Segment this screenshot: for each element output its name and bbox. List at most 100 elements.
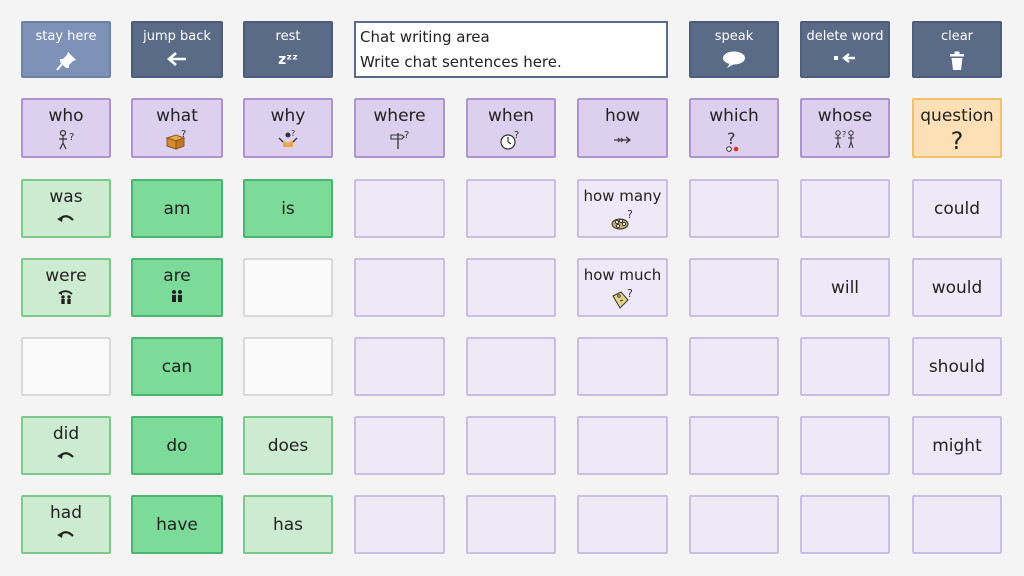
had-label: had <box>50 503 82 523</box>
were-button[interactable]: were <box>21 258 111 317</box>
speak-label: speak <box>714 29 754 44</box>
which-button[interactable]: which ? <box>689 98 779 158</box>
shrug-person-icon: ? <box>275 129 301 151</box>
chat-writing-area[interactable]: Chat writing area Write chat sentences h… <box>354 21 668 78</box>
should-button[interactable]: should <box>912 337 1002 396</box>
question-button[interactable]: question ? <box>912 98 1002 158</box>
empty-cell[interactable] <box>354 337 445 396</box>
which-question-icon: ? <box>721 129 747 153</box>
could-button[interactable]: could <box>912 179 1002 238</box>
empty-cell[interactable] <box>243 337 333 396</box>
empty-cell[interactable] <box>800 337 890 396</box>
am-button[interactable]: am <box>131 179 223 238</box>
empty-cell[interactable] <box>689 179 779 238</box>
had-button[interactable]: had <box>21 495 111 554</box>
svg-text:?: ? <box>842 130 846 139</box>
empty-cell[interactable] <box>689 416 779 475</box>
past-arrow-icon <box>55 526 77 542</box>
pile-question-icon: ? <box>609 208 637 231</box>
clear-button[interactable]: clear <box>912 21 1002 78</box>
stay-here-button[interactable]: stay here <box>21 21 111 78</box>
why-button[interactable]: why ? <box>243 98 333 158</box>
are-button[interactable]: are <box>131 258 223 317</box>
empty-cell[interactable] <box>466 258 556 317</box>
is-button[interactable]: is <box>243 179 333 238</box>
empty-cell[interactable] <box>354 258 445 317</box>
did-label: did <box>52 424 80 444</box>
have-button[interactable]: have <box>131 495 223 554</box>
empty-cell[interactable] <box>243 258 333 317</box>
empty-cell[interactable] <box>354 416 445 475</box>
empty-cell[interactable] <box>577 337 668 396</box>
jump-back-button[interactable]: jump back <box>131 21 223 78</box>
empty-cell[interactable] <box>689 258 779 317</box>
how-many-label: how many <box>583 187 662 205</box>
chat-title: Chat writing area <box>360 28 490 46</box>
empty-cell[interactable] <box>354 495 445 554</box>
should-label: should <box>928 356 986 377</box>
might-button[interactable]: might <box>912 416 1002 475</box>
has-button[interactable]: has <box>243 495 333 554</box>
how-many-button[interactable]: how many ? <box>577 179 668 238</box>
empty-cell[interactable] <box>800 179 890 238</box>
empty-cell[interactable] <box>354 179 445 238</box>
svg-text:?: ? <box>181 129 186 140</box>
two-people-icon <box>166 289 188 303</box>
would-button[interactable]: would <box>912 258 1002 317</box>
do-button[interactable]: do <box>131 416 223 475</box>
why-label: why <box>270 106 306 126</box>
person-question-icon: ? <box>54 129 78 151</box>
where-button[interactable]: where ? <box>354 98 445 158</box>
clock-question-icon: ? <box>498 129 524 151</box>
empty-cell[interactable] <box>577 416 668 475</box>
who-label: who <box>48 106 84 126</box>
pin-icon <box>55 51 77 71</box>
stay-here-label: stay here <box>35 29 97 44</box>
when-button[interactable]: when ? <box>466 98 556 158</box>
empty-cell[interactable] <box>912 495 1002 554</box>
empty-cell[interactable] <box>800 495 890 554</box>
speech-bubble-icon <box>722 51 746 69</box>
how-label: how <box>604 106 641 126</box>
has-label: has <box>272 514 304 535</box>
rest-button[interactable]: rest zᶻᶻ <box>243 21 333 78</box>
do-label: do <box>166 435 188 456</box>
what-button[interactable]: what ? <box>131 98 223 158</box>
sleep-glyph: zᶻᶻ <box>278 52 298 68</box>
delete-arrow-icon <box>833 51 857 65</box>
empty-cell[interactable] <box>466 179 556 238</box>
empty-cell[interactable] <box>21 337 111 396</box>
can-button[interactable]: can <box>131 337 223 396</box>
which-label: which <box>709 106 759 126</box>
empty-cell[interactable] <box>577 495 668 554</box>
empty-cell[interactable] <box>466 337 556 396</box>
did-button[interactable]: did <box>21 416 111 475</box>
sleep-icon: zᶻᶻ <box>278 51 298 68</box>
empty-cell[interactable] <box>689 337 779 396</box>
svg-text:?: ? <box>69 132 74 143</box>
chat-placeholder: Write chat sentences here. <box>360 53 562 71</box>
how-much-button[interactable]: how much ? <box>577 258 668 317</box>
does-button[interactable]: does <box>243 416 333 475</box>
whose-button[interactable]: whose ? <box>800 98 890 158</box>
were-label: were <box>45 266 87 286</box>
how-button[interactable]: how <box>577 98 668 158</box>
svg-text:?: ? <box>627 288 633 300</box>
could-label: could <box>933 198 981 219</box>
empty-cell[interactable] <box>466 416 556 475</box>
was-label: was <box>49 187 83 207</box>
who-button[interactable]: who ? <box>21 98 111 158</box>
delete-word-button[interactable]: delete word <box>800 21 890 78</box>
will-button[interactable]: will <box>800 258 890 317</box>
would-label: would <box>931 277 983 298</box>
empty-cell[interactable] <box>466 495 556 554</box>
empty-cell[interactable] <box>800 416 890 475</box>
was-button[interactable]: was <box>21 179 111 238</box>
speak-button[interactable]: speak <box>689 21 779 78</box>
svg-text:?: ? <box>727 129 736 148</box>
signpost-question-icon: ? <box>387 129 413 151</box>
will-label: will <box>830 277 860 298</box>
does-label: does <box>267 435 309 456</box>
two-people-question-icon: ? <box>831 129 859 151</box>
empty-cell[interactable] <box>689 495 779 554</box>
